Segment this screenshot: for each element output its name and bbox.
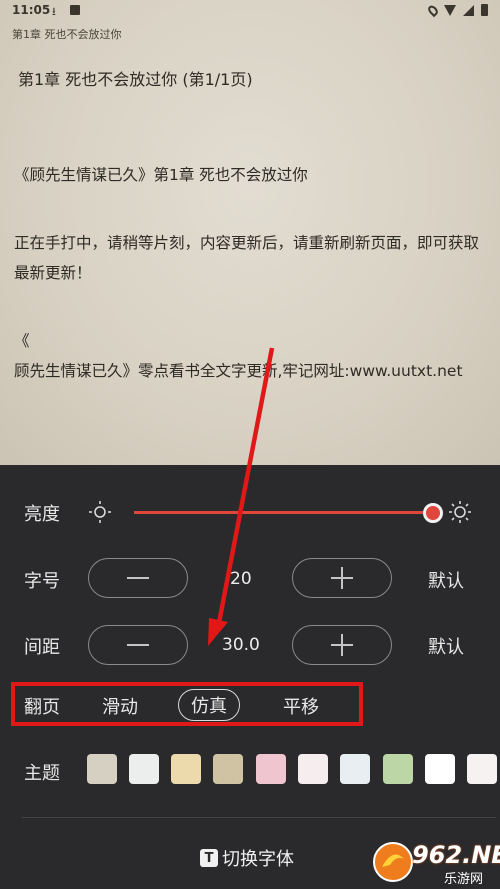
minus-icon [127,644,149,646]
font-size-default-button[interactable]: 默认 [428,567,464,593]
spacing-decrease-button[interactable] [88,625,188,665]
plus-icon [331,634,353,656]
annotation-highlight-box [11,682,363,726]
reader-settings-panel: 亮度 字号 20 默认 间距 30.0 默认 翻页 滑动 仿真 平移 主题 T … [0,465,500,889]
minus-icon [127,577,149,579]
status-time: 11:05 [12,3,51,17]
battery-icon [481,4,488,16]
theme-label: 主题 [24,763,60,784]
chapter-header: 第1章 死也不会放过你 [12,28,122,41]
brightness-label: 亮度 [24,504,60,525]
paragraph: 正在手打中，请稍等片刻，内容更新后，请重新刷新页面，即可获取最新更新！ [14,234,480,282]
status-bar: 11:05 ⭳ [0,0,500,22]
divider [22,817,496,818]
watermark: 962.NET 乐游网 [372,841,500,887]
location-icon [426,3,440,17]
spacing-increase-button[interactable] [292,625,392,665]
font-size-label: 字号 [24,571,60,592]
theme-swatch[interactable] [87,754,117,784]
download-icon: ⭳ [52,5,56,18]
paragraph: 《顾先生情谋已久》第1章 死也不会放过你 [14,166,308,184]
reading-area[interactable]: 11:05 ⭳ 第1章 死也不会放过你 第1章 死也不会放过你 (第1/1页) … [0,0,500,465]
font-size-increase-button[interactable] [292,558,392,598]
spacing-value: 30.0 [222,635,260,655]
theme-swatch[interactable] [467,754,497,784]
watermark-sub: 乐游网 [444,872,484,887]
paragraph: 《 顾先生情谋已久》零点看书全文字更新,牢记网址:www.uutxt.net [14,332,463,380]
theme-swatch[interactable] [340,754,370,784]
spacing-label: 间距 [24,637,60,658]
spacing-default-button[interactable]: 默认 [428,633,464,659]
theme-swatch[interactable] [425,754,455,784]
theme-swatch[interactable] [171,754,201,784]
theme-swatch[interactable] [213,754,243,784]
watermark-logo-icon [373,842,413,882]
plus-icon [331,567,353,589]
theme-swatch[interactable] [129,754,159,784]
chapter-title: 第1章 死也不会放过你 (第1/1页) [18,70,253,89]
notification-icon [70,5,80,15]
brightness-high-icon[interactable] [448,500,472,524]
brightness-low-icon[interactable] [88,500,112,524]
watermark-brand: 962.NET [412,841,500,869]
brightness-slider-track[interactable] [134,511,432,514]
theme-swatch[interactable] [256,754,286,784]
switch-font-button[interactable]: T 切换字体 [200,845,294,871]
status-icons [426,3,488,17]
font-size-value: 20 [230,569,252,589]
wifi-icon [444,4,456,16]
theme-swatch[interactable] [298,754,328,784]
theme-swatch[interactable] [383,754,413,784]
font-icon: T [200,849,218,867]
signal-icon [463,4,474,16]
switch-font-label: 切换字体 [222,849,294,870]
font-size-decrease-button[interactable] [88,558,188,598]
brightness-slider-handle[interactable] [423,503,443,523]
